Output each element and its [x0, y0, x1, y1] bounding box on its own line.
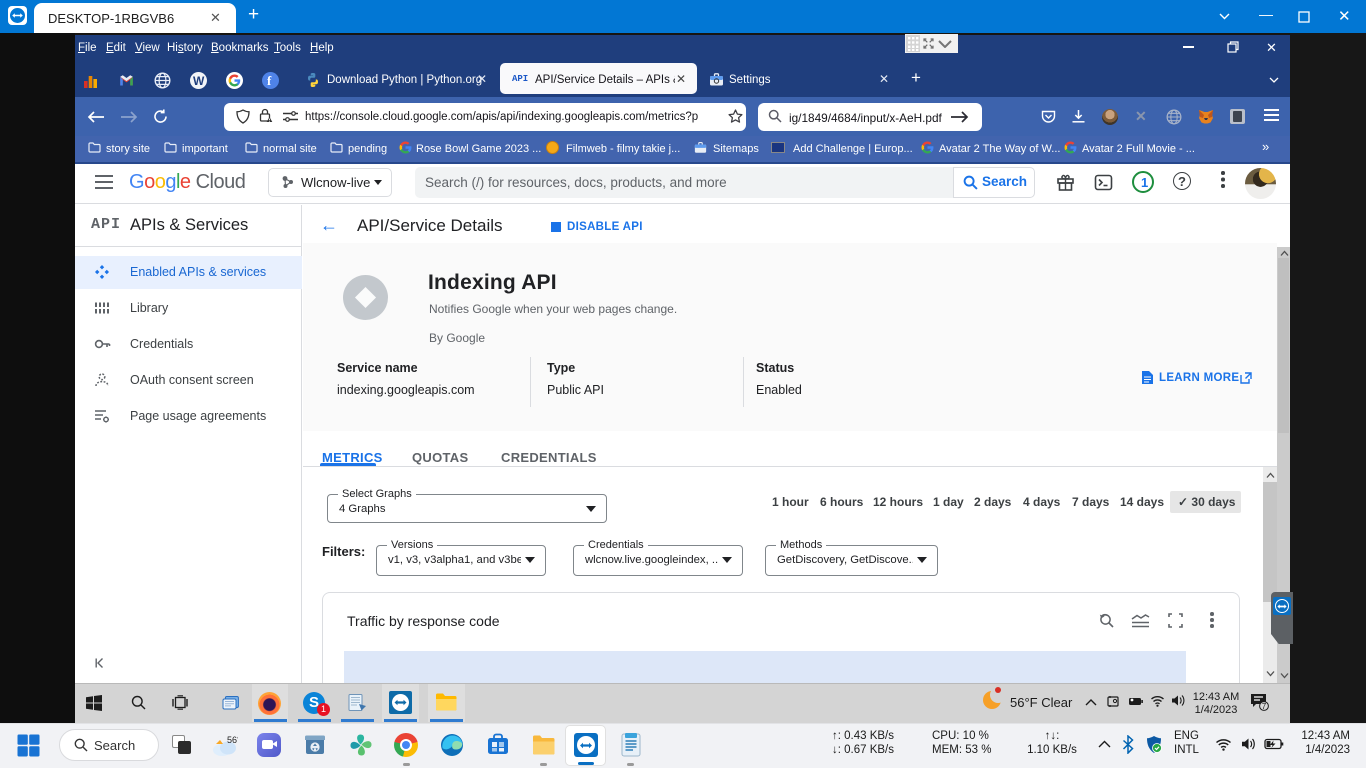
svg-text:7: 7: [1262, 702, 1267, 711]
svg-text:56°: 56°: [227, 735, 238, 745]
